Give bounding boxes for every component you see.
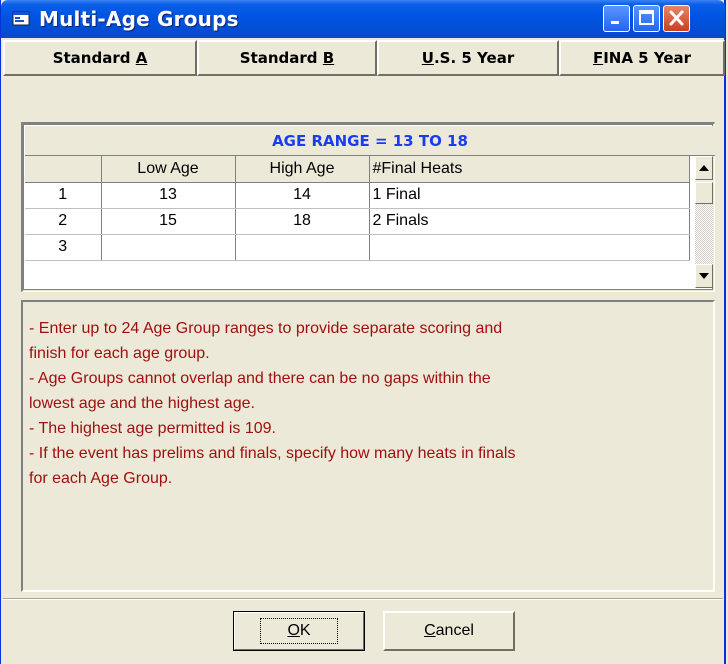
row-number: 3	[25, 234, 102, 261]
app-icon	[12, 11, 30, 26]
scroll-down-button[interactable]	[695, 264, 713, 288]
cancel-rest: ancel	[435, 622, 474, 639]
scroll-up-button[interactable]	[695, 156, 713, 180]
us-5-year-button[interactable]: U .S. 5 Year	[377, 40, 559, 76]
standard-a-label-prefix: Standard	[52, 49, 131, 67]
instruction-line: - Enter up to 24 Age Group ranges to pro…	[29, 320, 503, 337]
ok-button-label: OK	[260, 618, 338, 644]
multi-age-groups-window: Multi-Age Groups Standard A Standard B U…	[0, 0, 726, 664]
low-age-cell[interactable]	[101, 234, 236, 261]
final-heats-cell[interactable]: 2 Finals	[369, 208, 690, 235]
high-age-cell[interactable]: 14	[235, 182, 370, 209]
fina-5-year-label-accel: F	[592, 49, 604, 67]
final-heats-cell[interactable]	[369, 234, 690, 261]
low-age-cell[interactable]: 15	[101, 208, 236, 235]
scroll-thumb[interactable]	[695, 182, 713, 204]
arrow-up-icon	[699, 165, 709, 171]
column-header-row-number	[25, 156, 102, 183]
row-number: 1	[25, 182, 102, 209]
ok-button[interactable]: OK	[233, 611, 365, 651]
standard-a-label-accel: A	[135, 49, 148, 67]
column-header-low-age: Low Age	[101, 156, 236, 183]
instructions-panel: - Enter up to 24 Age Group ranges to pro…	[21, 300, 715, 592]
instruction-line: - The highest age permitted is 109.	[29, 420, 276, 437]
grid-vertical-scrollbar[interactable]	[695, 156, 713, 288]
high-age-cell[interactable]: 18	[235, 208, 370, 235]
cancel-button[interactable]: Cancel	[383, 611, 515, 651]
age-range-header: AGE RANGE = 13 TO 18	[25, 126, 715, 156]
instruction-line: lowest age and the highest age.	[29, 395, 255, 412]
instructions-text: - Enter up to 24 Age Group ranges to pro…	[29, 316, 699, 491]
table-header-row: Low Age High Age #Final Heats	[25, 156, 690, 183]
instruction-line: for each Age Group.	[29, 470, 173, 487]
title-bar[interactable]: Multi-Age Groups	[1, 0, 725, 38]
instruction-line: - Age Groups cannot overlap and there ca…	[29, 370, 491, 387]
close-icon	[669, 10, 684, 26]
instruction-line: - If the event has prelims and finals, s…	[29, 445, 516, 462]
us-5-year-label-suffix: .S. 5 Year	[433, 49, 515, 67]
maximize-icon	[639, 10, 654, 25]
age-group-table: Low Age High Age #Final Heats 1 13 14 1 …	[25, 156, 690, 261]
ok-rest: K	[299, 622, 311, 639]
fina-5-year-label-suffix: INA 5 Year	[603, 49, 692, 67]
scroll-track[interactable]	[695, 204, 713, 264]
cancel-accel: C	[424, 622, 436, 639]
table-row[interactable]: 1 13 14 1 Final	[25, 182, 690, 209]
column-header-final-heats: #Final Heats	[369, 156, 690, 183]
minimize-icon	[611, 21, 619, 24]
maximize-button[interactable]	[633, 5, 660, 32]
window-title: Multi-Age Groups	[39, 7, 239, 31]
final-heats-cell[interactable]: 1 Final	[369, 182, 690, 209]
standard-b-button[interactable]: Standard B	[197, 40, 377, 76]
fina-5-year-button[interactable]: F INA 5 Year	[559, 40, 725, 76]
standard-b-label-accel: B	[322, 49, 335, 67]
row-number: 2	[25, 208, 102, 235]
standard-a-button[interactable]: Standard A	[3, 40, 197, 76]
standard-b-label-prefix: Standard	[239, 49, 318, 67]
low-age-cell[interactable]: 13	[101, 182, 236, 209]
arrow-down-icon	[699, 273, 709, 279]
us-5-year-label-accel: U	[421, 49, 434, 67]
high-age-cell[interactable]	[235, 234, 370, 261]
instruction-line: finish for each age group.	[29, 345, 210, 362]
ok-accel: O	[287, 622, 300, 639]
table-row[interactable]: 3	[25, 234, 690, 261]
footer-divider	[3, 598, 723, 600]
column-header-high-age: High Age	[235, 156, 370, 183]
minimize-button[interactable]	[603, 5, 630, 32]
table-row[interactable]: 2 15 18 2 Finals	[25, 208, 690, 235]
close-button[interactable]	[663, 5, 690, 32]
